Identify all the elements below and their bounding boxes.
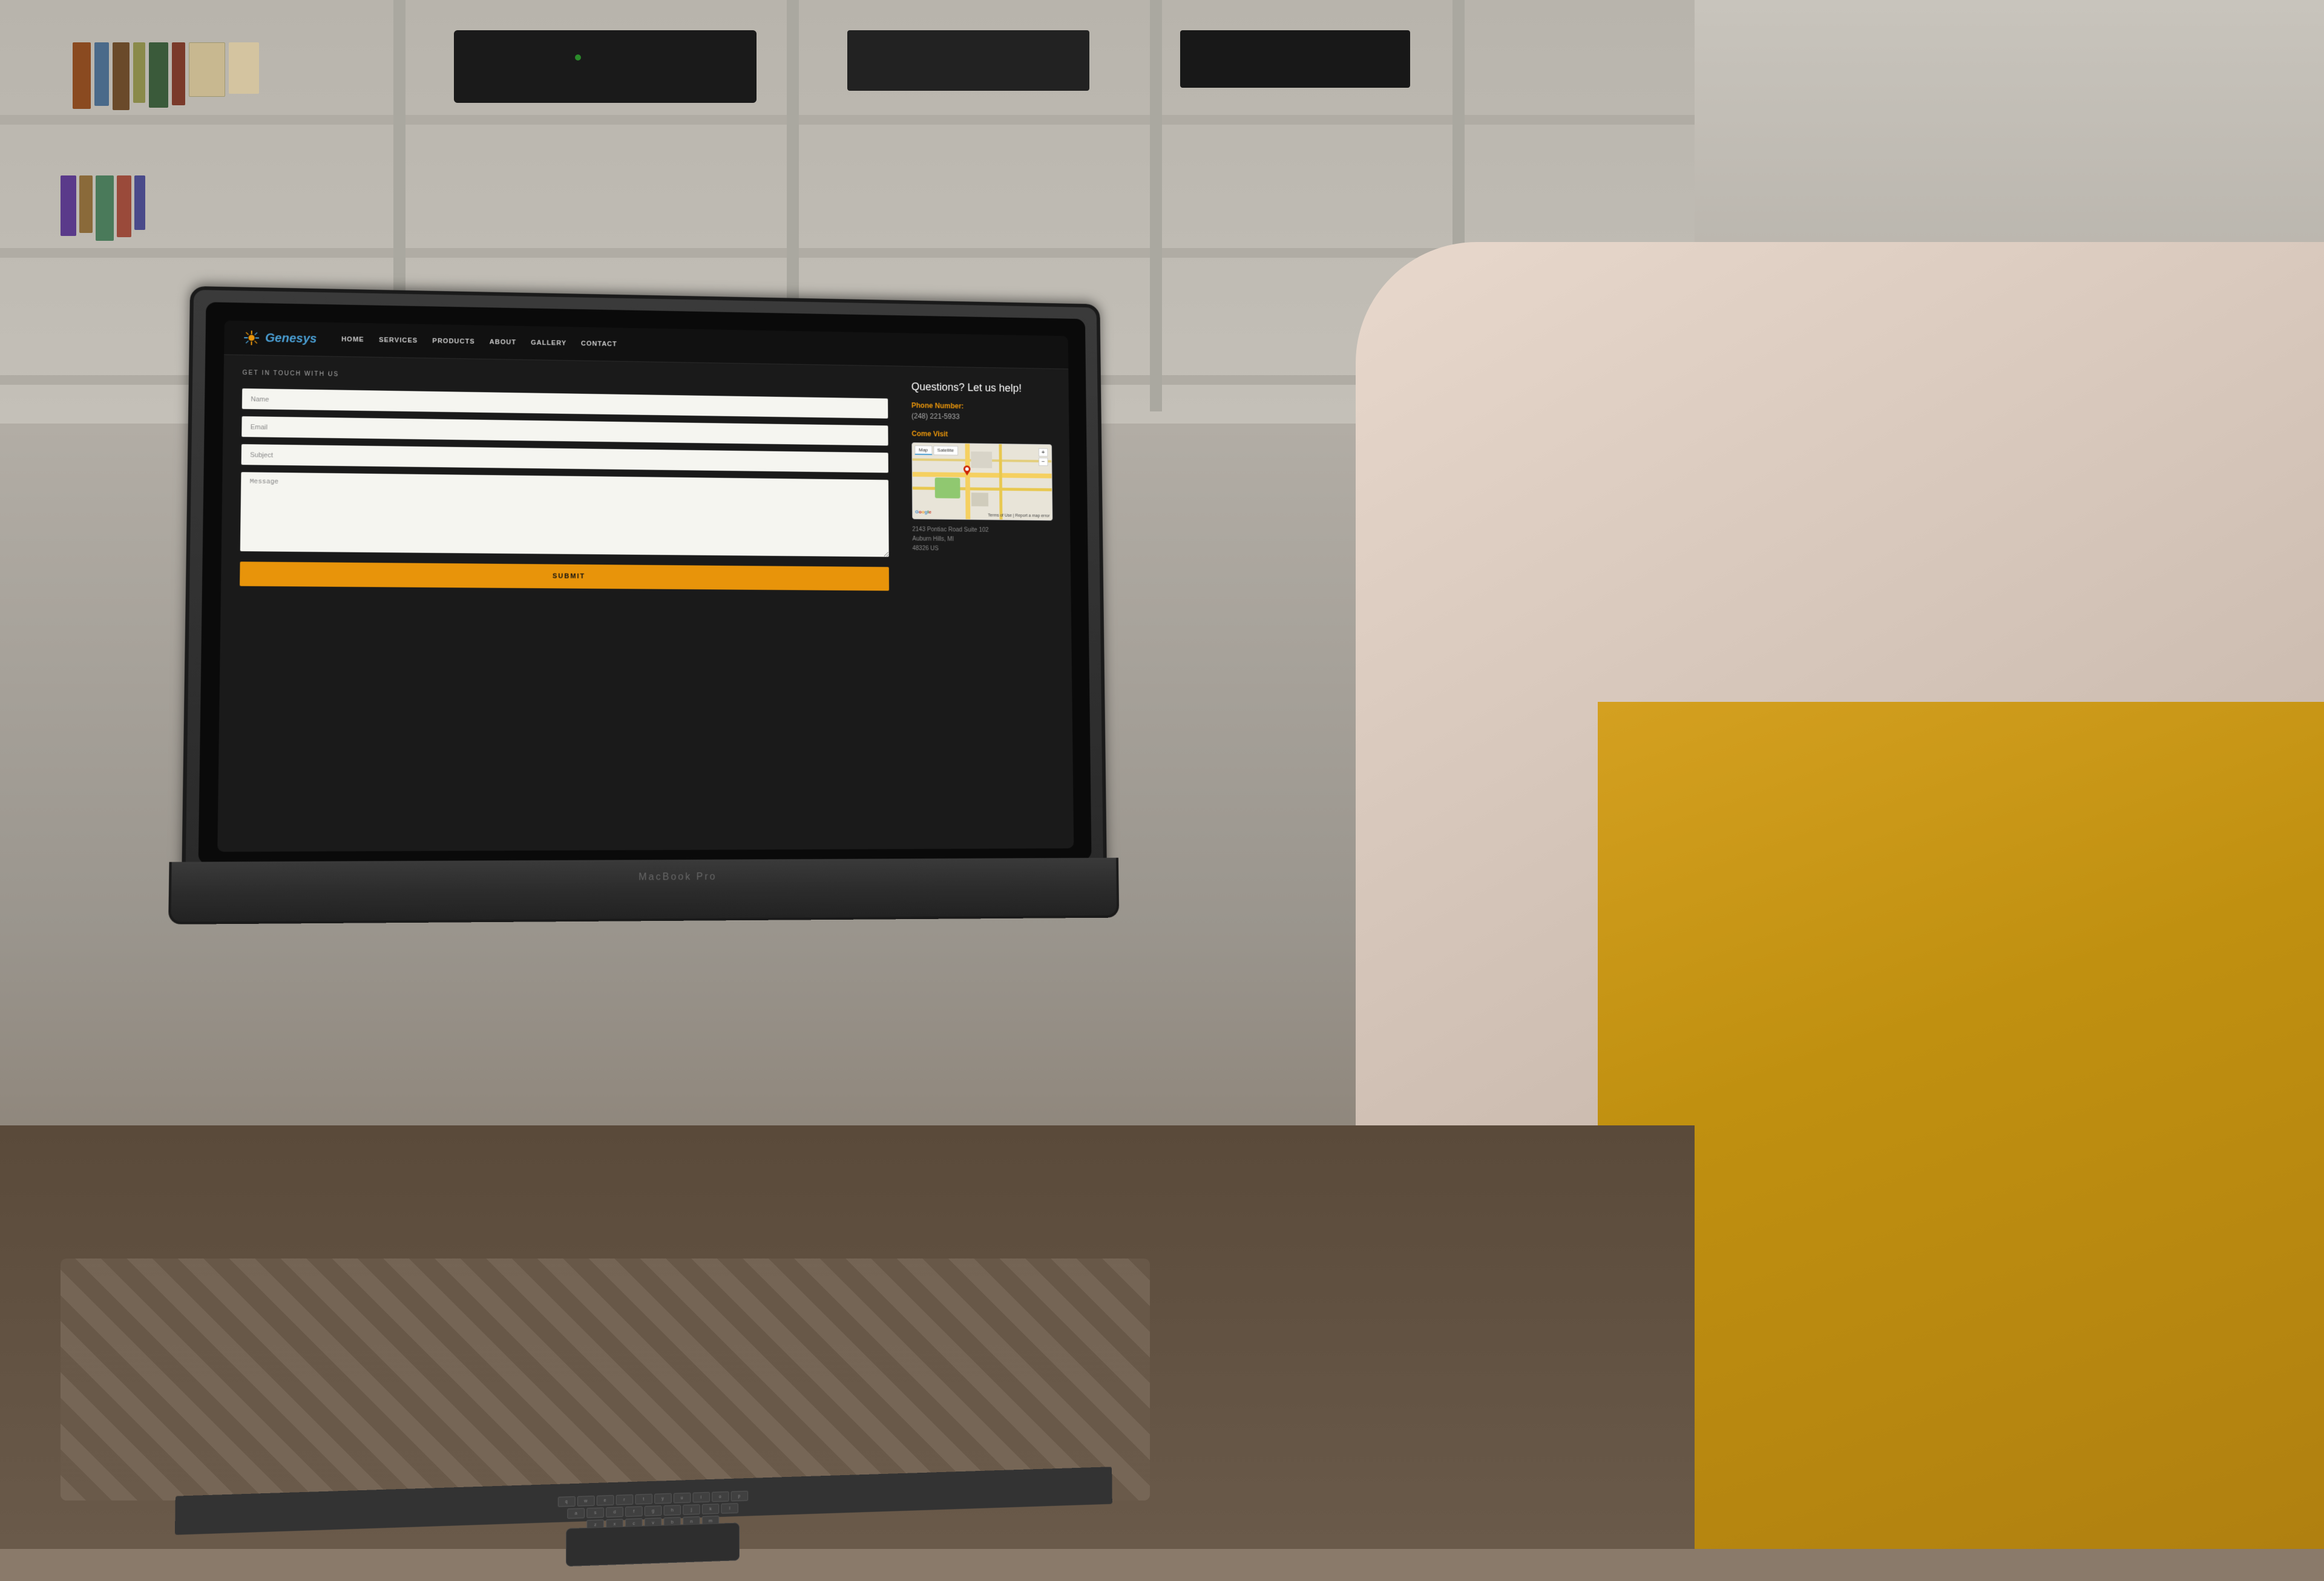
message-textarea[interactable] [240,472,889,557]
laptop: Genesys HOME SERVICES PRODUCTS ABOUT GAL… [178,286,1157,1151]
map-zoom-out[interactable]: − [1039,457,1048,466]
electronics-top3 [1180,30,1410,88]
map-zoom-in[interactable]: + [1039,448,1048,457]
contact-form-section: GET IN TOUCH WITH US SUBMIT [240,370,889,591]
shelf-board-1 [0,115,1695,125]
map-container: Map Satellite + − Google [911,442,1052,520]
shelf-divider-3 [1150,0,1162,411]
couch-yellow [1598,702,2324,1549]
map-pin [963,465,971,476]
subject-input[interactable] [241,444,888,473]
map-road-v1 [965,444,971,519]
touchpad[interactable] [566,1522,740,1566]
section-title: GET IN TOUCH WITH US [242,370,887,387]
macbook-pro-label: MacBook Pro [638,872,717,883]
logo-area: Genesys [243,329,317,347]
google-logo: Google [915,506,931,517]
map-block2 [971,493,988,506]
nav-home[interactable]: HOME [341,336,364,344]
map-park [935,477,960,499]
books-row2 [61,175,145,241]
map-terms: Terms of Use | Report a map error [988,514,1049,519]
nav-about[interactable]: ABOUT [490,338,516,346]
page-content: GET IN TOUCH WITH US SUBMIT Questions? L… [221,355,1071,606]
nav-products[interactable]: PRODUCTS [432,338,474,345]
questions-title: Questions? Let us help! [911,381,1051,395]
address-line3: 48326 US [913,544,1053,555]
map-zoom-controls: + − [1039,448,1048,466]
map-tab-map[interactable]: Map [914,445,932,455]
electronics-top [454,30,757,103]
carpet [61,1259,1150,1501]
nav-contact[interactable]: CONTACT [581,340,617,348]
logo-icon [243,329,260,346]
map-tab-satellite[interactable]: Satellite [933,446,958,456]
website-screen: Genesys HOME SERVICES PRODUCTS ABOUT GAL… [217,321,1074,852]
screen-bezel: Genesys HOME SERVICES PRODUCTS ABOUT GAL… [199,302,1092,864]
contact-info-section: Questions? Let us help! Phone Number: (2… [911,381,1054,592]
visit-label: Come Visit [911,430,1052,440]
books-row1 [73,42,259,110]
email-input[interactable] [241,416,888,446]
electronics-top2 [847,30,1089,91]
laptop-lid: Genesys HOME SERVICES PRODUCTS ABOUT GAL… [182,286,1107,874]
brand-name: Genesys [265,331,317,345]
name-input[interactable] [242,388,888,419]
nav-services[interactable]: SERVICES [379,336,418,344]
nav-links: HOME SERVICES PRODUCTS ABOUT GALLERY CON… [341,336,617,348]
phone-label: Phone Number: [911,401,1051,411]
laptop-base: // Will be rendered by loop below qwerty… [168,858,1119,925]
map-tabs: Map Satellite [914,445,958,456]
nav-gallery[interactable]: GALLERY [531,339,566,347]
submit-button[interactable]: SUBMIT [240,561,889,591]
address: 2143 Pontiac Road Suite 102 Auburn Hills… [912,525,1053,555]
map-block1 [971,451,992,468]
phone-number: (248) 221-5933 [911,412,1052,422]
